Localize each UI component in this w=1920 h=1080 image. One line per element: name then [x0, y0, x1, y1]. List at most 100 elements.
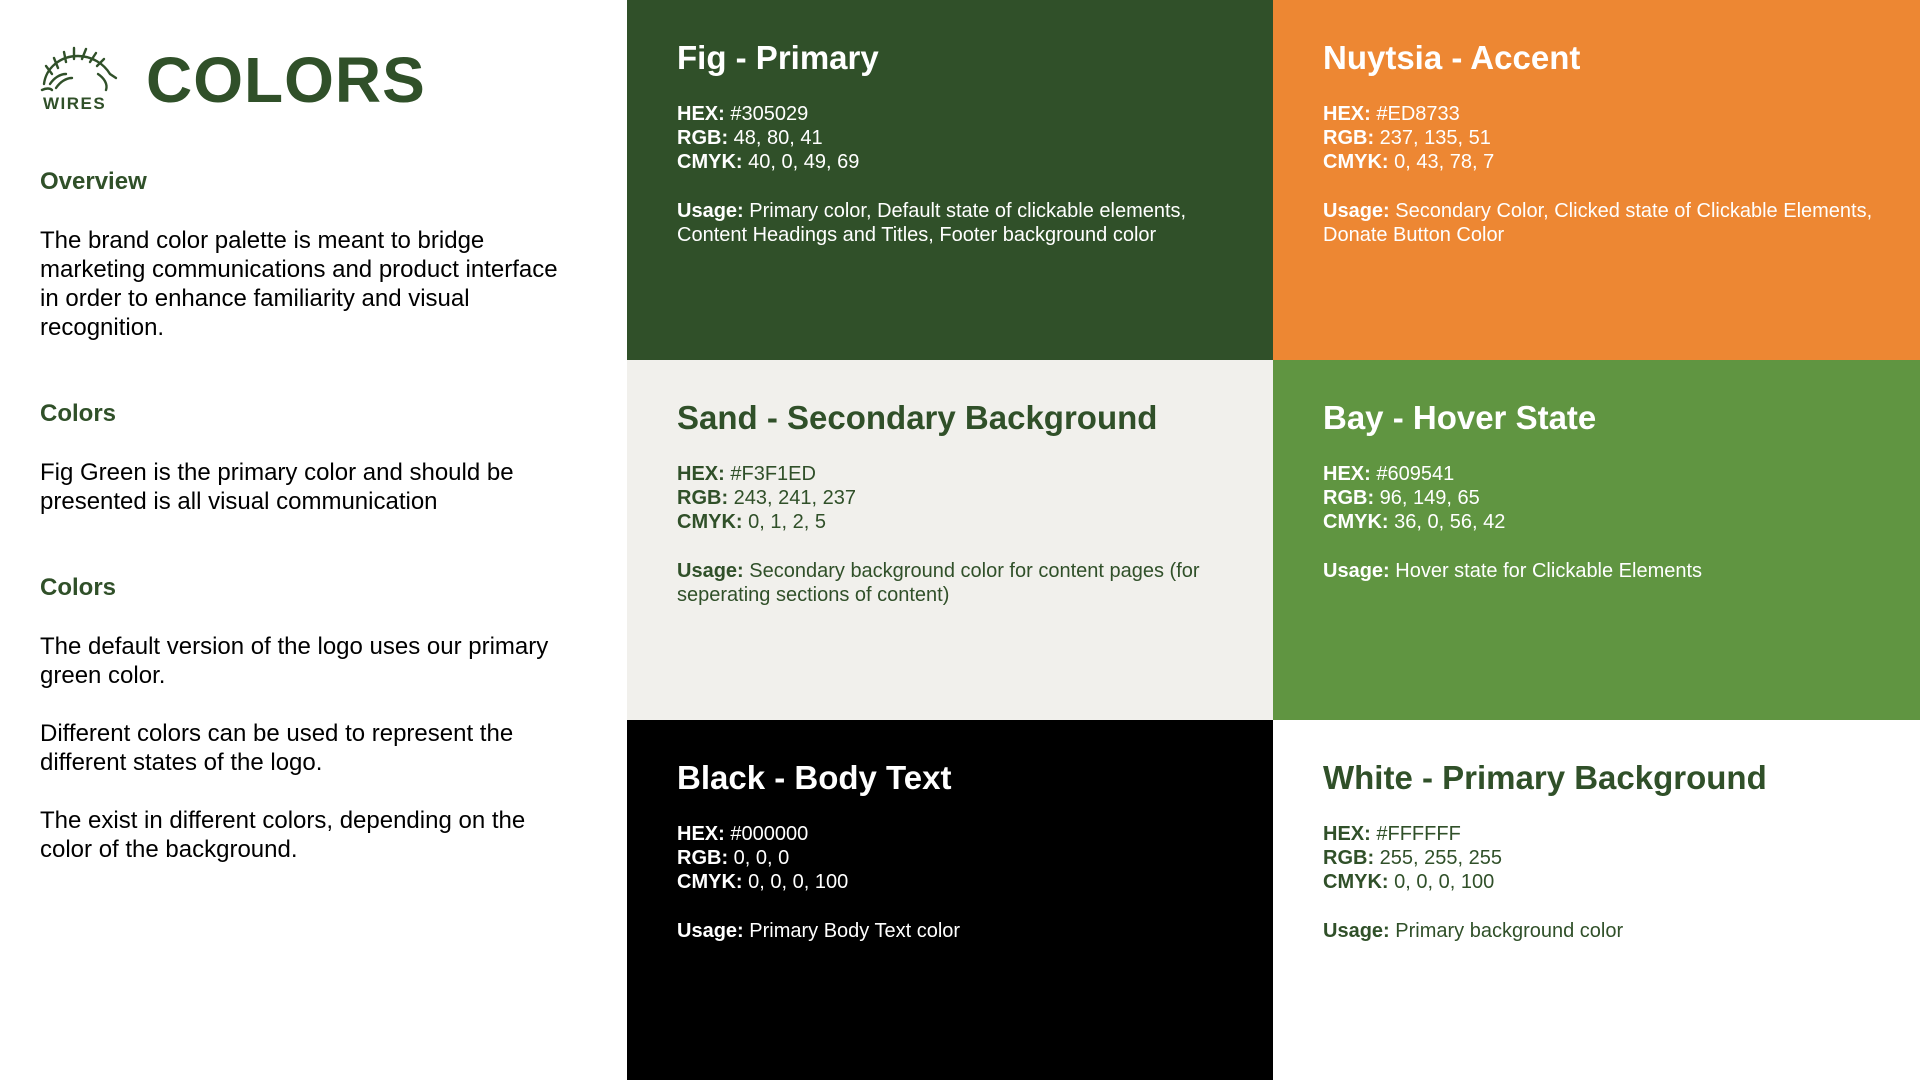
cmyk-row: CMYK: 36, 0, 56, 42	[1323, 510, 1880, 534]
hex-label: HEX:	[677, 103, 725, 125]
rgb-value: 237, 135, 51	[1379, 127, 1491, 149]
swatch-white-primary-background: White - Primary Background HEX: #FFFFFF …	[1273, 720, 1920, 1080]
cmyk-label: CMYK:	[1323, 871, 1389, 893]
usage-label: Usage:	[677, 560, 744, 582]
cmyk-value: 0, 0, 0, 100	[1394, 871, 1495, 893]
cmyk-row: CMYK: 40, 0, 49, 69	[677, 150, 1234, 174]
cmyk-value: 0, 0, 0, 100	[748, 871, 849, 893]
logo-wordmark: WIRES	[43, 94, 107, 113]
swatch-title: Nuytsia - Accent	[1323, 39, 1581, 76]
swatch-content: Black - Body Text HEX: #000000 RGB: 0, 0…	[677, 758, 1234, 943]
usage-row: Usage: Hover state for Clickable Element…	[1323, 559, 1880, 583]
rgb-value: 48, 80, 41	[733, 127, 823, 149]
hex-row: HEX: #ED8733	[1323, 102, 1880, 126]
hex-value: #609541	[1376, 463, 1455, 485]
rgb-label: RGB:	[1323, 847, 1375, 869]
swatch-title: Sand - Secondary Background	[677, 399, 1158, 436]
overview-paragraph: The brand color palette is meant to brid…	[40, 227, 558, 341]
swatch-title: White - Primary Background	[1323, 759, 1767, 796]
rgb-value: 96, 149, 65	[1379, 487, 1480, 509]
cmyk-value: 0, 43, 78, 7	[1394, 151, 1495, 173]
colors-paragraph: Fig Green is the primary color and shoul…	[40, 459, 514, 515]
cmyk-label: CMYK:	[677, 511, 743, 533]
swatch-content: Sand - Secondary Background HEX: #F3F1ED…	[677, 398, 1234, 607]
swatch-content: Nuytsia - Accent HEX: #ED8733 RGB: 237, …	[1323, 38, 1880, 247]
hex-value: #FFFFFF	[1376, 823, 1461, 845]
cmyk-row: CMYK: 0, 0, 0, 100	[1323, 870, 1880, 894]
cmyk-label: CMYK:	[1323, 151, 1389, 173]
usage-value: Secondary background color for content p…	[677, 560, 1200, 606]
hex-label: HEX:	[1323, 463, 1371, 485]
usage-label: Usage:	[677, 920, 744, 942]
hex-value: #000000	[730, 823, 809, 845]
cmyk-label: CMYK:	[677, 871, 743, 893]
rgb-value: 0, 0, 0	[733, 847, 790, 869]
swatch-content: White - Primary Background HEX: #FFFFFF …	[1323, 758, 1880, 943]
section-heading-logo-colors: Colors	[40, 574, 117, 601]
usage-row: Usage: Secondary background color for co…	[677, 559, 1234, 607]
hex-value: #F3F1ED	[730, 463, 816, 485]
usage-row: Usage: Secondary Color, Clicked state of…	[1323, 199, 1880, 247]
rgb-label: RGB:	[677, 847, 729, 869]
section-heading-colors: Colors	[40, 400, 117, 427]
usage-label: Usage:	[1323, 200, 1390, 222]
left-panel: WIRES COLORS Overview The brand color pa…	[0, 0, 627, 1080]
hex-row: HEX: #000000	[677, 822, 1234, 846]
logo-colors-paragraph-1: The default version of the logo uses our…	[40, 633, 549, 689]
cmyk-row: CMYK: 0, 1, 2, 5	[677, 510, 1234, 534]
cmyk-row: CMYK: 0, 0, 0, 100	[677, 870, 1234, 894]
rgb-value: 255, 255, 255	[1379, 847, 1503, 869]
logo-colors-paragraph-3: The exist in different colors, depending…	[40, 807, 526, 863]
logo-colors-paragraph-2: Different colors can be used to represen…	[40, 720, 514, 776]
rgb-value: 243, 241, 237	[733, 487, 857, 509]
usage-row: Usage: Primary Body Text color	[677, 919, 1234, 943]
cmyk-label: CMYK:	[677, 151, 743, 173]
usage-label: Usage:	[1323, 560, 1390, 582]
swatch-content: Fig - Primary HEX: #305029 RGB: 48, 80, …	[677, 38, 1234, 247]
rgb-label: RGB:	[1323, 487, 1375, 509]
usage-label: Usage:	[677, 200, 744, 222]
swatch-nuytsia-accent: Nuytsia - Accent HEX: #ED8733 RGB: 237, …	[1273, 0, 1920, 360]
usage-value: Primary background color	[1395, 920, 1624, 942]
hex-row: HEX: #F3F1ED	[677, 462, 1234, 486]
usage-row: Usage: Primary color, Default state of c…	[677, 199, 1234, 247]
hex-row: HEX: #609541	[1323, 462, 1880, 486]
rgb-label: RGB:	[1323, 127, 1375, 149]
rgb-row: RGB: 96, 149, 65	[1323, 486, 1880, 510]
hex-label: HEX:	[1323, 103, 1371, 125]
rgb-row: RGB: 48, 80, 41	[677, 126, 1234, 150]
rgb-row: RGB: 0, 0, 0	[677, 846, 1234, 870]
usage-label: Usage:	[1323, 920, 1390, 942]
hex-label: HEX:	[677, 463, 725, 485]
swatch-sand-secondary-background: Sand - Secondary Background HEX: #F3F1ED…	[627, 360, 1274, 720]
hex-label: HEX:	[1323, 823, 1371, 845]
usage-value: Primary Body Text color	[749, 920, 961, 942]
hex-value: #305029	[730, 103, 809, 125]
usage-value: Secondary Color, Clicked state of Clicka…	[1323, 200, 1873, 246]
swatch-bay-hover-state: Bay - Hover State HEX: #609541 RGB: 96, …	[1273, 360, 1920, 720]
hex-row: HEX: #FFFFFF	[1323, 822, 1880, 846]
rgb-label: RGB:	[677, 127, 729, 149]
swatch-title: Fig - Primary	[677, 39, 879, 76]
swatch-content: Bay - Hover State HEX: #609541 RGB: 96, …	[1323, 398, 1880, 583]
hex-label: HEX:	[677, 823, 725, 845]
brand-header: WIRES COLORS	[38, 44, 598, 116]
swatch-black-body-text: Black - Body Text HEX: #000000 RGB: 0, 0…	[627, 720, 1274, 1080]
cmyk-value: 0, 1, 2, 5	[748, 511, 826, 533]
cmyk-row: CMYK: 0, 43, 78, 7	[1323, 150, 1880, 174]
page-title: COLORS	[146, 44, 426, 116]
cmyk-value: 40, 0, 49, 69	[748, 151, 860, 173]
usage-value: Primary color, Default state of clickabl…	[677, 200, 1187, 246]
brand-logo: WIRES	[38, 44, 118, 116]
rgb-row: RGB: 237, 135, 51	[1323, 126, 1880, 150]
usage-row: Usage: Primary background color	[1323, 919, 1880, 943]
swatch-title: Bay - Hover State	[1323, 399, 1597, 436]
usage-value: Hover state for Clickable Elements	[1395, 560, 1703, 582]
section-heading-overview: Overview	[40, 168, 147, 195]
swatch-fig-primary: Fig - Primary HEX: #305029 RGB: 48, 80, …	[627, 0, 1274, 360]
swatch-title: Black - Body Text	[677, 759, 952, 796]
rgb-label: RGB:	[677, 487, 729, 509]
echidna-logo-icon	[40, 46, 118, 92]
cmyk-value: 36, 0, 56, 42	[1394, 511, 1506, 533]
cmyk-label: CMYK:	[1323, 511, 1389, 533]
